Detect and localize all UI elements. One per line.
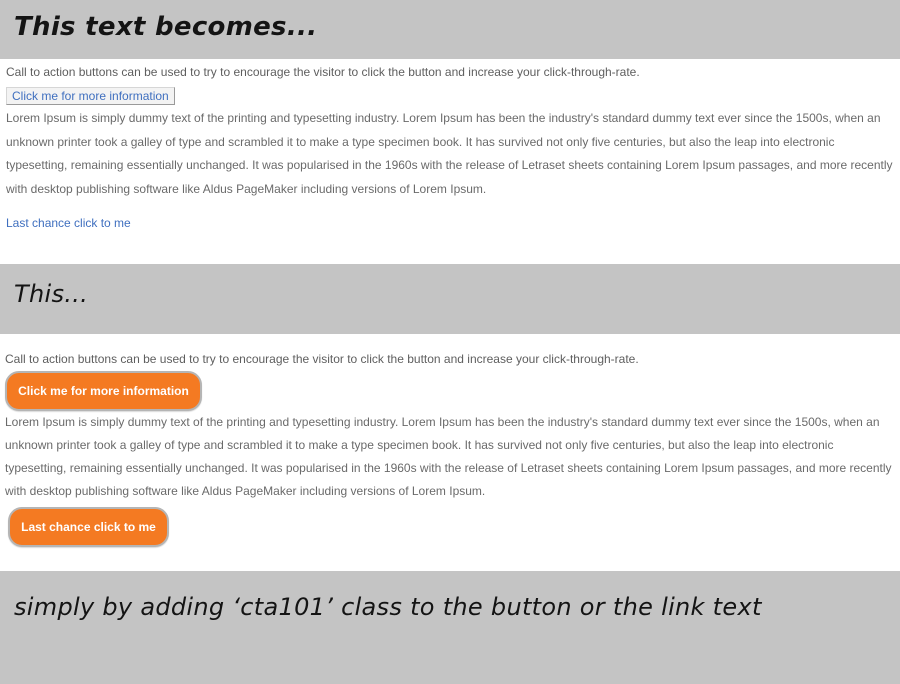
heading-before: This text becomes...: [14, 12, 318, 42]
cta-more-info-button[interactable]: Click me for more information: [5, 371, 202, 411]
lorem-paragraph: Lorem Ipsum is simply dummy text of the …: [5, 415, 892, 498]
more-info-button[interactable]: Click me for more information: [6, 87, 175, 105]
caption-band: simply by adding ‘cta101’ class to the b…: [0, 571, 900, 684]
example-before: Call to action buttons can be used to tr…: [0, 59, 900, 264]
heading-after: This...: [14, 280, 89, 308]
intro-text: Call to action buttons can be used to tr…: [5, 352, 639, 366]
cta-last-chance-link[interactable]: Last chance click to me: [8, 507, 169, 547]
caption-text: simply by adding ‘cta101’ class to the b…: [14, 593, 762, 621]
heading-band-before: This text becomes...: [0, 0, 900, 59]
example-after: Call to action buttons can be used to tr…: [0, 334, 900, 571]
last-chance-link[interactable]: Last chance click to me: [6, 216, 131, 230]
intro-text: Call to action buttons can be used to tr…: [6, 65, 640, 79]
lorem-paragraph: Lorem Ipsum is simply dummy text of the …: [6, 111, 893, 196]
heading-band-after: This...: [0, 264, 900, 334]
